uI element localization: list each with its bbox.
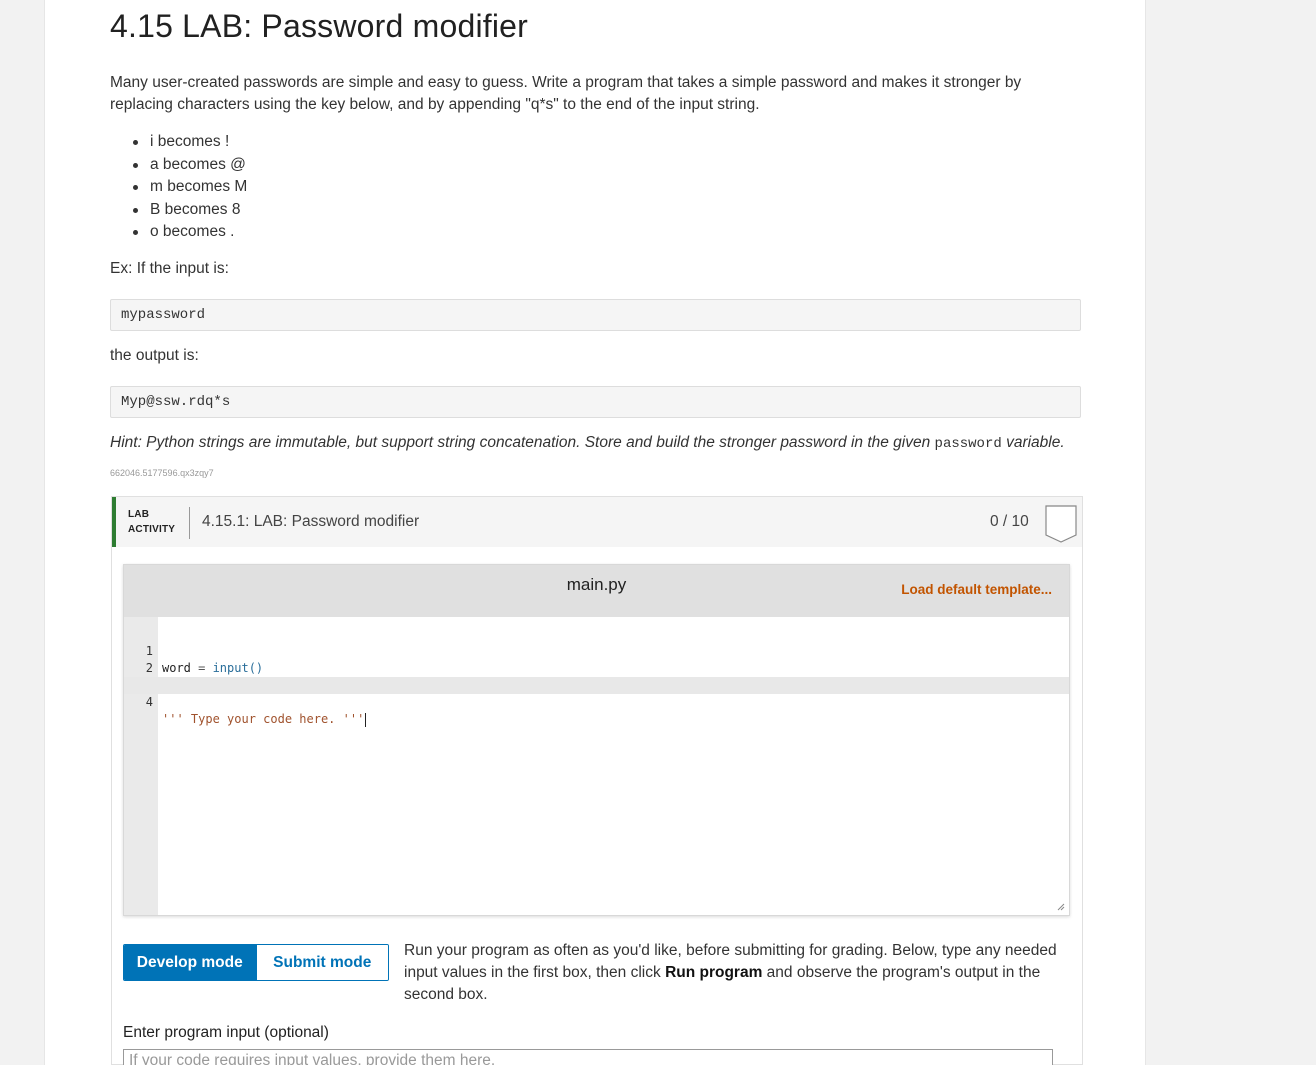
code-line-active: 4 ''' Type your code here. ''' <box>124 677 1069 727</box>
line-number: 4 <box>145 695 153 709</box>
intro-paragraph: Many user-created passwords are simple a… <box>110 74 1022 113</box>
rule-item: m becomes M <box>110 176 247 199</box>
submit-mode-button[interactable]: Submit mode <box>255 945 388 980</box>
content-page: 4.15 LAB: Password modifier Many user-cr… <box>44 0 1146 1065</box>
lab-title: 4.15.1: LAB: Password modifier <box>202 513 420 530</box>
code-line: 3 <box>124 660 1069 692</box>
resize-grip-icon[interactable] <box>1057 903 1065 911</box>
program-input-field[interactable] <box>123 1049 1053 1065</box>
lab-score: 0 / 10 <box>990 513 1029 530</box>
example-input-label: Ex: If the input is: <box>110 260 229 277</box>
code-area[interactable]: 1 word = input() 2 password = '' 3 4 '''… <box>124 626 1069 727</box>
load-default-template-link[interactable]: Load default template... <box>901 582 1052 597</box>
mode-description: Run your program as often as you'd like,… <box>404 940 1074 1006</box>
hint-text: Hint: Python strings are immutable, but … <box>110 434 1065 452</box>
develop-mode-button[interactable]: Develop mode <box>124 945 256 980</box>
mode-toggle: Develop mode Submit mode <box>123 944 389 981</box>
hint-text-before: Hint: Python strings are immutable, but … <box>110 434 935 451</box>
rule-item: B becomes 8 <box>110 199 247 222</box>
lab-activity-tag: LAB ACTIVITY <box>128 507 175 537</box>
example-output-label: the output is: <box>110 347 199 364</box>
mode-desc-bold: Run program <box>665 964 763 981</box>
lab-activity: LAB ACTIVITY 4.15.1: LAB: Password modif… <box>111 496 1083 1065</box>
code-text: ''' Type your code here. ''' <box>162 712 367 727</box>
program-input-label: Enter program input (optional) <box>123 1024 329 1041</box>
example-input-box: mypassword <box>110 299 1081 331</box>
code-line: 1 word = input() <box>124 626 1069 675</box>
hint-text-after: variable. <box>1001 434 1065 451</box>
code-editor[interactable]: main.py Load default template... 1 word … <box>123 564 1070 916</box>
activity-id: 662046.5177596.qx3zqy7 <box>110 468 214 478</box>
code-line: 2 password = '' <box>124 643 1069 692</box>
rule-item: a becomes @ <box>110 154 247 177</box>
rule-item: o becomes . <box>110 221 247 244</box>
page-title: 4.15 LAB: Password modifier <box>110 8 529 44</box>
example-output-box: Myp@ssw.rdq*s <box>110 386 1081 418</box>
header-divider <box>189 507 190 539</box>
lab-tag-line1: LAB <box>128 509 150 520</box>
hint-code: password <box>934 436 1002 452</box>
score-shield-icon <box>1045 505 1077 543</box>
text-cursor <box>365 712 367 727</box>
lab-header: LAB ACTIVITY 4.15.1: LAB: Password modif… <box>112 497 1082 547</box>
lab-tag-line2: ACTIVITY <box>128 524 176 535</box>
replacement-rules-list: i becomes ! a becomes @ m becomes M B be… <box>110 131 247 244</box>
rule-item: i becomes ! <box>110 131 247 154</box>
editor-header: main.py Load default template... <box>124 565 1069 617</box>
